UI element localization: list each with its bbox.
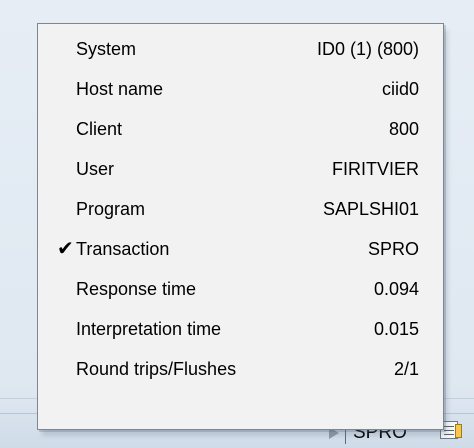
menu-item-value: ID0 (1) (800) — [316, 39, 419, 59]
menu-item-label: User — [76, 159, 115, 179]
menu-item-system[interactable]: System ID0 (1) (800) — [38, 29, 443, 69]
menu-item-interpretation-time[interactable]: Interpretation time 0.015 — [38, 309, 443, 349]
menu-item-program[interactable]: Program SAPLSHI01 — [38, 189, 443, 229]
menu-item-value: 0.094 — [373, 279, 419, 299]
menu-item-label: System — [76, 39, 137, 59]
menu-item-label: Round trips/Flushes — [76, 359, 237, 379]
menu-item-value: SPRO — [367, 239, 419, 259]
checkmark-icon: ✔ — [57, 238, 74, 260]
menu-item-value: SAPLSHI01 — [322, 199, 419, 219]
menu-item-client[interactable]: Client 800 — [38, 109, 443, 149]
menu-item-round-trips-flushes[interactable]: Round trips/Flushes 2/1 — [38, 349, 443, 389]
menu-item-label: Response time — [76, 279, 197, 299]
menu-item-value: 800 — [388, 119, 419, 139]
menu-item-host-name[interactable]: Host name ciid0 — [38, 69, 443, 109]
menu-item-label: Transaction — [76, 239, 170, 259]
menu-item-label: Host name — [76, 79, 164, 99]
menu-item-user[interactable]: User FIRITVIER — [38, 149, 443, 189]
menu-item-transaction[interactable]: ✔ Transaction SPRO — [38, 229, 443, 269]
system-info-menu: System ID0 (1) (800) Host name ciid0 Cli… — [37, 23, 444, 430]
menu-item-label: Client — [76, 119, 123, 139]
menu-item-value: FIRITVIER — [331, 159, 419, 179]
menu-item-value: 0.015 — [373, 319, 419, 339]
menu-item-label: Program — [76, 199, 146, 219]
menu-item-value: 2/1 — [393, 359, 419, 379]
menu-item-response-time[interactable]: Response time 0.094 — [38, 269, 443, 309]
menu-item-label: Interpretation time — [76, 319, 222, 339]
menu-item-value: ciid0 — [381, 79, 419, 99]
